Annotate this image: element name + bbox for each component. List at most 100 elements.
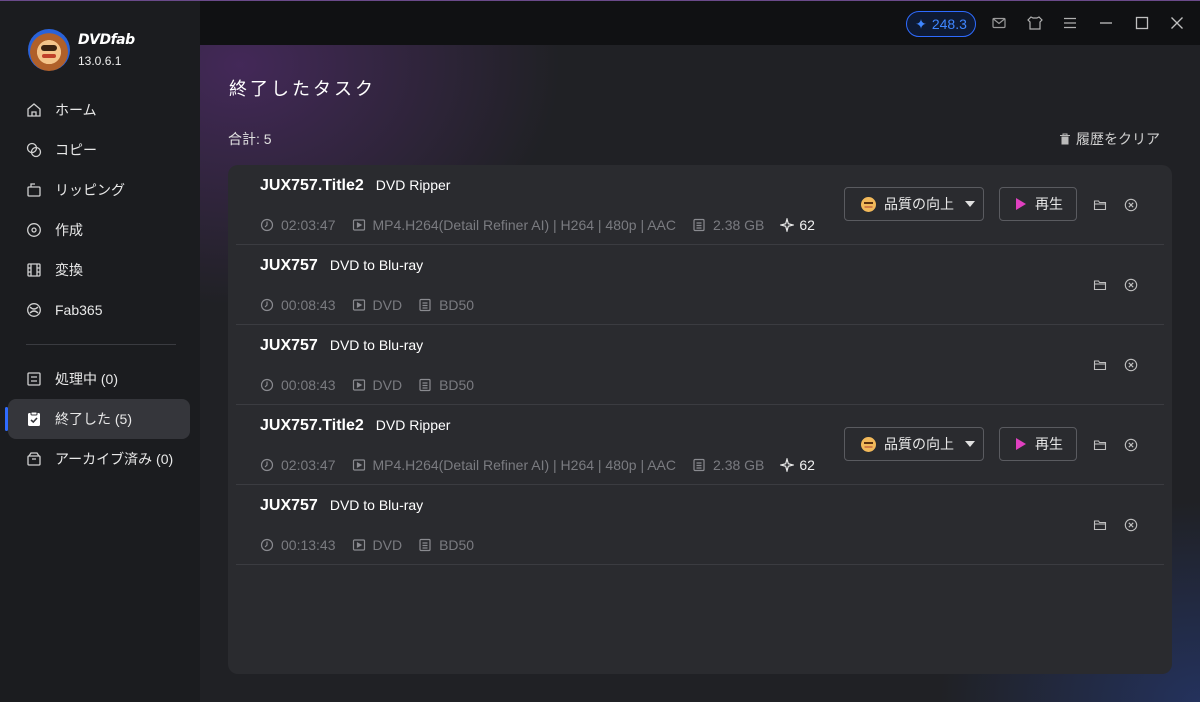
maximize-icon[interactable] bbox=[1133, 14, 1151, 32]
task-size: BD50 bbox=[439, 297, 475, 313]
remove-task-icon[interactable] bbox=[1123, 517, 1139, 533]
sidebar-item-archived[interactable]: アーカイブ済み (0) bbox=[8, 439, 190, 479]
menu-icon[interactable] bbox=[1061, 14, 1079, 32]
clock-icon bbox=[260, 298, 274, 312]
play-label: 再生 bbox=[1035, 196, 1063, 212]
task-meta: 02:03:47 MP4.H264(Detail Refiner AI) | H… bbox=[260, 217, 831, 233]
total-count: 合計: 5 bbox=[228, 131, 272, 147]
archive-icon bbox=[26, 451, 42, 467]
app-name: DVDfab bbox=[78, 32, 135, 48]
play-button[interactable]: 再生 bbox=[999, 187, 1077, 221]
credits-badge[interactable]: ✦ 248.3 bbox=[906, 11, 976, 37]
app-version: 13.0.6.1 bbox=[78, 54, 122, 68]
enhance-quality-dropdown[interactable]: 品質の向上 bbox=[844, 427, 984, 461]
caret-down-icon bbox=[965, 441, 975, 447]
task-name: JUX757 bbox=[260, 497, 318, 514]
task-list: JUX757.Title2 DVD Ripper 02:03:47 MP4.H26… bbox=[228, 165, 1172, 674]
clock-icon bbox=[260, 538, 274, 552]
sidebar-item-label: 処理中 (0) bbox=[55, 371, 118, 387]
task-meta: 00:08:43 DVD BD50 bbox=[260, 297, 490, 313]
video-format-icon bbox=[352, 219, 365, 231]
remove-task-icon[interactable] bbox=[1123, 277, 1139, 293]
convert-icon bbox=[26, 262, 42, 278]
enhance-quality-label: 品質の向上 bbox=[884, 196, 954, 212]
task-name: JUX757 bbox=[260, 257, 318, 274]
sidebar-item-label: ホーム bbox=[55, 102, 97, 118]
processing-icon bbox=[26, 371, 42, 387]
brand: DVDfab 13.0.6.1 bbox=[28, 29, 135, 71]
task-size: 2.38 GB bbox=[713, 217, 765, 233]
task-duration: 00:13:43 bbox=[281, 537, 336, 553]
task-format: MP4.H264(Detail Refiner AI) | H264 | 480… bbox=[372, 217, 677, 233]
clear-history-label: 履歴をクリア bbox=[1076, 131, 1160, 147]
sidebar-item-label: Fab365 bbox=[55, 302, 103, 318]
play-label: 再生 bbox=[1035, 436, 1063, 452]
enhance-quality-dropdown[interactable]: 品質の向上 bbox=[844, 187, 984, 221]
title-bar: ✦ 248.3 bbox=[200, 0, 1200, 45]
caret-down-icon bbox=[965, 201, 975, 207]
sidebar: DVDfab 13.0.6.1 ホーム コピー リッピング 作成 変換 Fab3… bbox=[0, 0, 200, 702]
task-type: DVD to Blu-ray bbox=[329, 257, 424, 273]
sidebar-item-label: コピー bbox=[55, 142, 97, 158]
open-folder-icon[interactable] bbox=[1092, 357, 1108, 373]
task-size: BD50 bbox=[439, 537, 475, 553]
sidebar-item-convert[interactable]: 変換 bbox=[8, 250, 190, 290]
task-meta: 00:08:43 DVD BD50 bbox=[260, 377, 490, 393]
task-name: JUX757.Title2 bbox=[260, 417, 364, 434]
sidebar-item-copy[interactable]: コピー bbox=[8, 130, 190, 170]
task-row: JUX757 DVD to Blu-ray 00:08:43 DVD BD50 bbox=[236, 245, 1164, 325]
task-duration: 00:08:43 bbox=[281, 297, 336, 313]
open-folder-icon[interactable] bbox=[1092, 197, 1108, 213]
task-format: DVD bbox=[372, 377, 403, 393]
open-folder-icon[interactable] bbox=[1092, 277, 1108, 293]
sidebar-item-home[interactable]: ホーム bbox=[8, 90, 190, 130]
video-format-icon bbox=[352, 459, 365, 471]
task-score: 62 bbox=[799, 217, 815, 233]
sidebar-item-label: リッピング bbox=[55, 182, 125, 198]
sparkle-icon: ✦ bbox=[915, 15, 927, 32]
minimize-icon[interactable] bbox=[1097, 14, 1115, 32]
finished-icon bbox=[26, 411, 42, 427]
task-format: MP4.H264(Detail Refiner AI) | H264 | 480… bbox=[372, 457, 677, 473]
open-folder-icon[interactable] bbox=[1092, 517, 1108, 533]
page-title: 終了したタスク bbox=[229, 79, 376, 99]
sidebar-item-finished[interactable]: 終了した (5) bbox=[5, 399, 190, 439]
clock-icon bbox=[260, 458, 274, 472]
mail-icon[interactable] bbox=[990, 14, 1008, 32]
clock-icon bbox=[260, 218, 274, 232]
play-icon bbox=[1016, 198, 1026, 210]
task-type: DVD to Blu-ray bbox=[329, 337, 424, 353]
enhance-face-icon bbox=[861, 196, 876, 212]
close-icon[interactable] bbox=[1168, 14, 1186, 32]
home-icon bbox=[26, 102, 42, 118]
sidebar-item-create[interactable]: 作成 bbox=[8, 210, 190, 250]
task-meta: 00:13:43 DVD BD50 bbox=[260, 537, 490, 553]
credits-value: 248.3 bbox=[931, 16, 967, 32]
task-size: 2.38 GB bbox=[713, 457, 765, 473]
main-content: 終了したタスク 合計: 5 履歴をクリア JUX757.Title2 DVD Ri… bbox=[200, 45, 1200, 702]
sidebar-item-fab365[interactable]: Fab365 bbox=[8, 290, 190, 330]
play-button[interactable]: 再生 bbox=[999, 427, 1077, 461]
enhance-quality-label: 品質の向上 bbox=[884, 436, 954, 452]
remove-task-icon[interactable] bbox=[1123, 437, 1139, 453]
clear-history-button[interactable]: 履歴をクリア bbox=[1059, 129, 1160, 149]
task-row: JUX757.Title2 DVD Ripper 02:03:47 MP4.H26… bbox=[236, 165, 1164, 245]
sidebar-item-label: 終了した (5) bbox=[55, 411, 132, 427]
task-size: BD50 bbox=[439, 377, 475, 393]
remove-task-icon[interactable] bbox=[1123, 197, 1139, 213]
ai-sparkle-icon bbox=[780, 218, 795, 232]
file-size-icon bbox=[693, 458, 705, 472]
sidebar-item-processing[interactable]: 処理中 (0) bbox=[8, 359, 190, 399]
file-size-icon bbox=[419, 298, 431, 312]
play-icon bbox=[1016, 438, 1026, 450]
open-folder-icon[interactable] bbox=[1092, 437, 1108, 453]
task-duration: 02:03:47 bbox=[281, 457, 336, 473]
video-format-icon bbox=[352, 539, 365, 551]
task-format: DVD bbox=[372, 297, 403, 313]
sidebar-item-ripping[interactable]: リッピング bbox=[8, 170, 190, 210]
copy-icon bbox=[26, 142, 42, 158]
remove-task-icon[interactable] bbox=[1123, 357, 1139, 373]
skin-icon[interactable] bbox=[1026, 14, 1044, 32]
task-name: JUX757 bbox=[260, 337, 318, 354]
task-format: DVD bbox=[372, 537, 403, 553]
